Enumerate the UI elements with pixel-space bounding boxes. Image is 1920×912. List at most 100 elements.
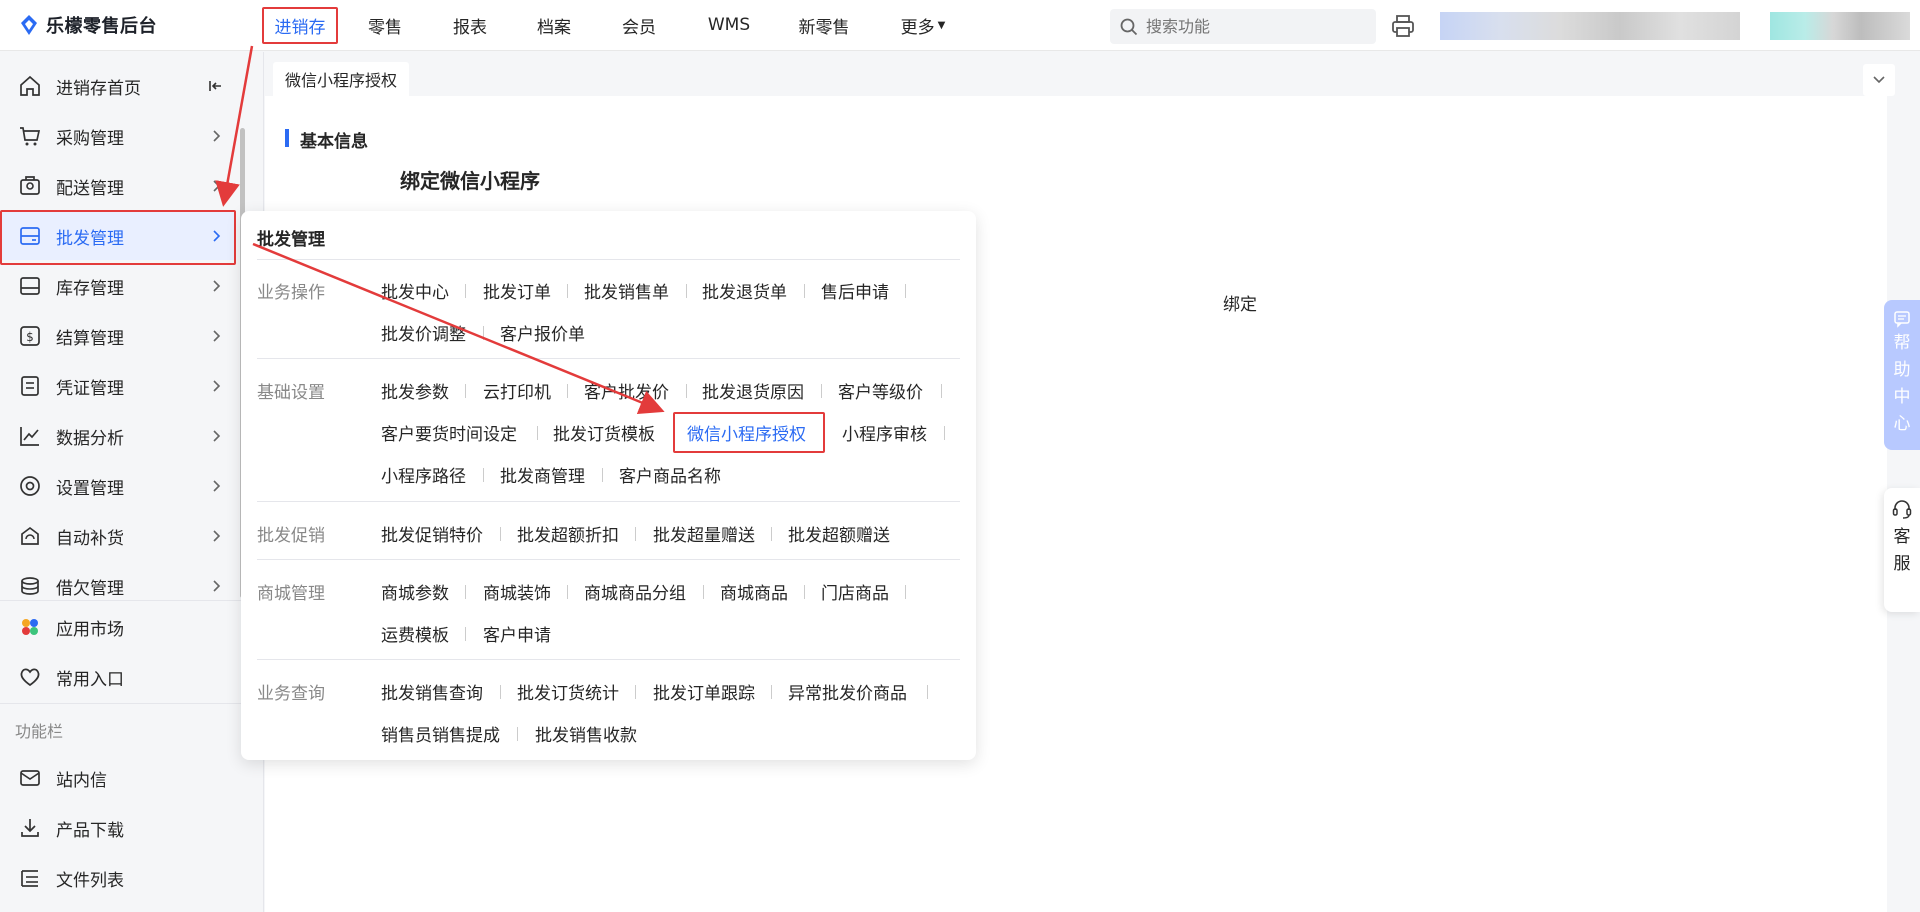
chevron-right-icon — [213, 180, 221, 192]
menu-link[interactable]: 运费模板 — [381, 621, 449, 646]
sidebar-item-jxc-home[interactable]: 进销存首页 — [0, 62, 236, 110]
debt-icon — [21, 577, 39, 595]
sidebar-item-settings[interactable]: 设置管理 — [0, 462, 236, 510]
restock-icon — [21, 526, 39, 545]
menu-link[interactable]: 批发参数 — [381, 378, 449, 403]
search-input[interactable] — [1146, 17, 1366, 36]
menu-link[interactable]: 客户申请 — [483, 621, 551, 646]
bind-miniprogram-title: 绑定微信小程序 — [400, 169, 540, 193]
settlement-icon: $ — [20, 326, 40, 346]
menu-separator — [465, 627, 466, 641]
menu-link[interactable]: 客户等级价 — [838, 378, 923, 403]
group-label-basic-settings: 基础设置 — [257, 383, 325, 403]
menu-separator — [567, 284, 568, 298]
menu-link[interactable]: 批发订单 — [483, 278, 551, 303]
tab-label: 微信小程序授权 — [285, 71, 398, 90]
nav-item-new-retail[interactable]: 新零售 — [780, 0, 868, 51]
account-info-blurred[interactable] — [1440, 12, 1740, 40]
menu-link[interactable]: 批发订货模板 — [553, 420, 655, 445]
menu-link[interactable]: 批发中心 — [381, 278, 449, 303]
chevron-right-icon — [213, 130, 221, 142]
menu-link[interactable]: 批发超额赠送 — [788, 521, 890, 546]
sidebar-item-file-list[interactable]: 文件列表 — [0, 854, 236, 902]
tab-menu-button[interactable] — [1863, 64, 1895, 96]
menu-link[interactable]: 销售员销售提成 — [381, 721, 500, 746]
menu-link[interactable]: 商城商品 — [720, 579, 788, 604]
sidebar-item-favorites[interactable]: 常用入口 — [0, 653, 236, 701]
menu-link[interactable]: 批发超量赠送 — [653, 521, 755, 546]
menu-link[interactable]: 客户报价单 — [500, 320, 585, 345]
menu-link[interactable]: 异常批发价商品 — [788, 679, 907, 704]
menu-link[interactable]: 批发订货统计 — [517, 679, 619, 704]
tab-wechat-miniprogram-auth[interactable]: 微信小程序授权 — [273, 62, 410, 96]
message-icon — [1894, 311, 1910, 328]
cart-icon — [20, 127, 41, 146]
menu-link[interactable]: 批发价调整 — [381, 320, 466, 345]
menu-link[interactable]: 批发商管理 — [500, 462, 585, 487]
menu-link[interactable]: 客户商品名称 — [619, 462, 721, 487]
menu-link[interactable]: 客户批发价 — [584, 378, 669, 403]
menu-link[interactable]: 批发促销特价 — [381, 521, 483, 546]
customer-service-button[interactable]: 客 服 — [1884, 488, 1920, 612]
search-box[interactable] — [1110, 9, 1376, 44]
menu-link[interactable]: 批发退货原因 — [702, 378, 804, 403]
nav-item-retail[interactable]: 零售 — [338, 0, 432, 51]
sidebar-item-data-analysis[interactable]: 数据分析 — [0, 412, 236, 460]
menu-link[interactable]: 客户要货时间设定 — [381, 420, 517, 445]
menu-separator — [483, 326, 484, 340]
brand[interactable]: 乐檬零售后台 — [0, 0, 262, 51]
sidebar-item-label: 数据分析 — [56, 428, 124, 449]
voucher-icon — [21, 376, 39, 396]
menu-link[interactable]: 小程序审核 — [842, 420, 927, 445]
menu-link[interactable]: 商城参数 — [381, 579, 449, 604]
menu-link[interactable]: 商城商品分组 — [584, 579, 686, 604]
sidebar-item-voucher[interactable]: 凭证管理 — [0, 362, 236, 410]
top-bar: 乐檬零售后台 进销存 零售 报表 档案 会员 WMS 新零售 更多 ▼ — [0, 0, 1920, 51]
sidebar-item-settlement[interactable]: $ 结算管理 — [0, 312, 236, 360]
menu-separator — [567, 384, 568, 398]
sidebar-item-downloads[interactable]: 产品下载 — [0, 804, 236, 852]
nav-item-reports[interactable]: 报表 — [432, 0, 508, 51]
menu-link[interactable]: 售后申请 — [821, 278, 889, 303]
menu-link[interactable]: 批发销售查询 — [381, 679, 483, 704]
menu-separator — [927, 685, 928, 699]
sidebar-item-app-market[interactable]: 应用市场 — [0, 603, 236, 651]
menu-separator — [500, 527, 501, 541]
menu-link[interactable]: 云打印机 — [483, 378, 551, 403]
sidebar-item-auto-restock[interactable]: 自动补货 — [0, 512, 236, 560]
menu-separator — [771, 685, 772, 699]
nav-item-more[interactable]: 更多 ▼ — [868, 0, 978, 51]
nav-item-wms[interactable]: WMS — [678, 0, 780, 51]
nav-item-archive[interactable]: 档案 — [508, 0, 600, 51]
heart-icon — [20, 668, 40, 687]
menu-link[interactable]: 门店商品 — [821, 579, 889, 604]
user-avatar-blurred[interactable] — [1770, 12, 1910, 40]
sidebar-item-purchase[interactable]: 采购管理 — [0, 112, 236, 160]
popup-divider — [257, 358, 960, 359]
menu-link[interactable]: 批发销售收款 — [535, 721, 637, 746]
chart-icon — [20, 427, 39, 446]
sidebar-item-inventory[interactable]: 库存管理 — [0, 262, 236, 310]
chevron-right-icon — [213, 430, 221, 442]
menu-link[interactable]: 小程序路径 — [381, 462, 466, 487]
menu-link[interactable]: 商城装饰 — [483, 579, 551, 604]
chevron-right-icon — [213, 480, 221, 492]
menu-link[interactable]: 批发退货单 — [702, 278, 787, 303]
menu-link[interactable]: 批发销售单 — [584, 278, 669, 303]
wholesale-menu-popup: 批发管理 业务操作 批发中心 批发订单 批发销售单 批发退货单 售后申请 批发价… — [241, 211, 976, 760]
printer-icon[interactable] — [1390, 13, 1416, 39]
sidebar-item-label: 文件列表 — [56, 870, 124, 891]
sidebar-item-messages[interactable]: 站内信 — [0, 754, 236, 802]
service-char: 服 — [1893, 554, 1911, 574]
menu-link[interactable]: 批发超额折扣 — [517, 521, 619, 546]
chevron-right-icon — [213, 530, 221, 542]
collapse-sidebar-icon[interactable] — [206, 78, 224, 94]
sidebar-item-label: 应用市场 — [56, 619, 124, 640]
nav-label: 报表 — [453, 17, 487, 38]
menu-link[interactable]: 批发订单跟踪 — [653, 679, 755, 704]
menu-separator — [686, 284, 687, 298]
nav-item-member[interactable]: 会员 — [600, 0, 678, 51]
file-list-icon — [21, 870, 38, 887]
sidebar-item-delivery[interactable]: 配送管理 — [0, 162, 236, 210]
help-center-button[interactable]: 帮 助 中 心 — [1884, 300, 1920, 450]
